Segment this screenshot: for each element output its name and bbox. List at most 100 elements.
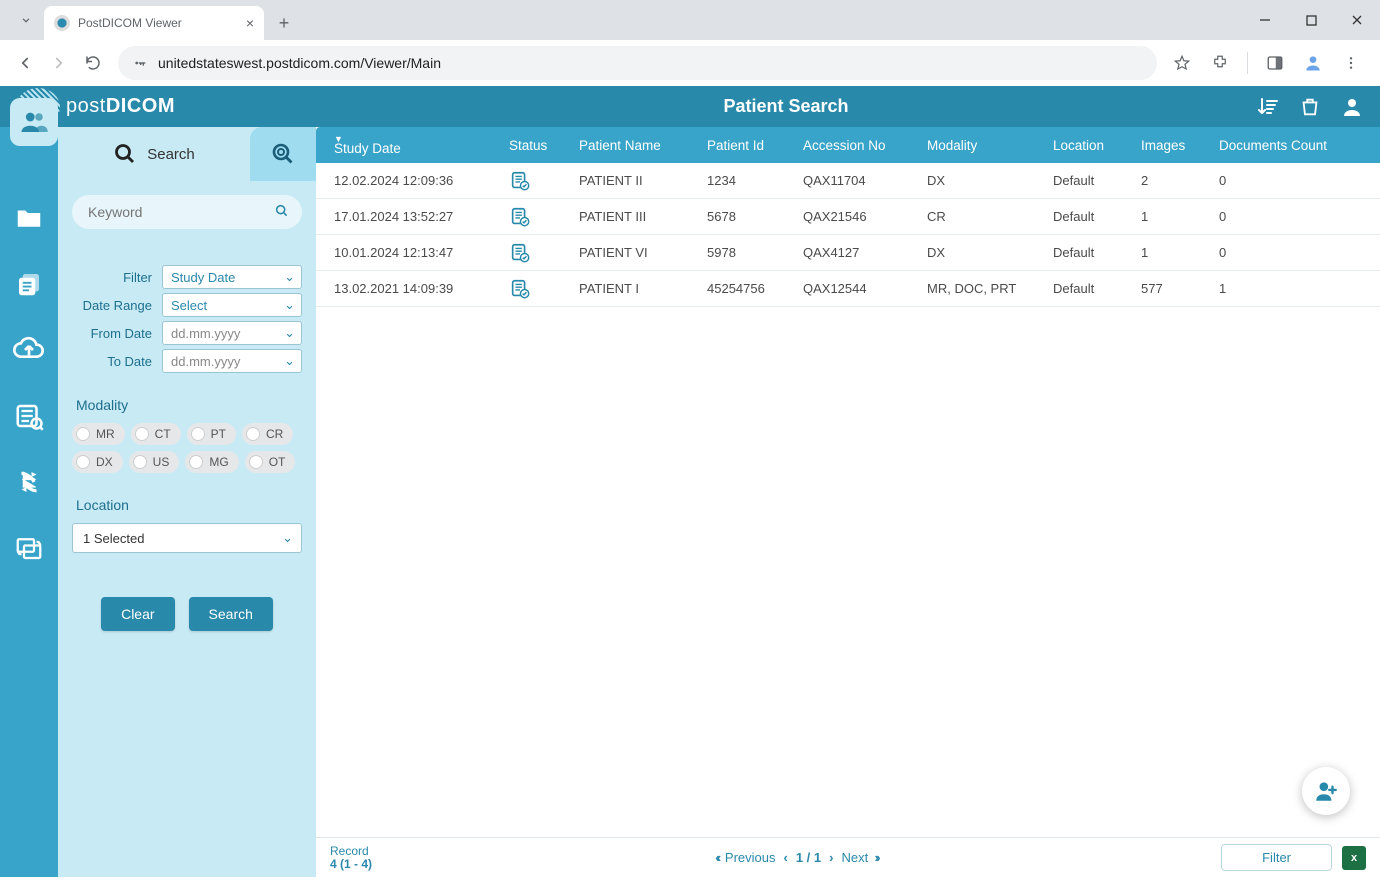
profile-button[interactable] bbox=[1296, 46, 1330, 80]
status-ready-icon bbox=[509, 170, 563, 192]
trash-icon[interactable] bbox=[1298, 95, 1322, 119]
site-info-icon[interactable] bbox=[132, 55, 148, 71]
logo[interactable]: postDICOM bbox=[16, 88, 316, 126]
table-row[interactable]: 17.01.2024 13:52:27PATIENT III5678QAX215… bbox=[316, 199, 1380, 235]
cell-images: 2 bbox=[1133, 173, 1211, 188]
rail-share[interactable] bbox=[10, 463, 48, 501]
header-actions bbox=[1256, 95, 1364, 119]
table-row[interactable]: 12.02.2024 12:09:36PATIENT II1234QAX1170… bbox=[316, 163, 1380, 199]
browser-tab[interactable]: PostDICOM Viewer × bbox=[44, 6, 264, 40]
rail-folder[interactable] bbox=[10, 199, 48, 237]
cell-status bbox=[501, 242, 571, 264]
th-study-date[interactable]: ▼Study Date bbox=[326, 135, 501, 156]
close-window-button[interactable] bbox=[1334, 0, 1380, 40]
reload-button[interactable] bbox=[76, 46, 110, 80]
tab-search[interactable]: Search bbox=[58, 127, 250, 181]
star-button[interactable] bbox=[1165, 46, 1199, 80]
rail-worklist[interactable] bbox=[10, 397, 48, 435]
browser-chrome: PostDICOM Viewer × + unitedstateswest.po… bbox=[0, 0, 1380, 86]
chevron-left-icon[interactable]: ‹ bbox=[783, 850, 787, 865]
cell-modality: DX bbox=[919, 245, 1045, 260]
th-images[interactable]: Images bbox=[1133, 138, 1211, 153]
forward-button[interactable] bbox=[42, 46, 76, 80]
filter-select[interactable]: Study Date⌄ bbox=[162, 265, 302, 289]
cell-documents: 0 bbox=[1211, 209, 1380, 224]
cell-date: 10.01.2024 12:13:47 bbox=[326, 245, 501, 260]
modality-label: Modality bbox=[76, 397, 302, 413]
record-count: Record 4 (1 - 4) bbox=[330, 845, 372, 871]
rail-studies[interactable] bbox=[10, 265, 48, 303]
minimize-button[interactable] bbox=[1242, 0, 1288, 40]
modality-chip-mg[interactable]: MG bbox=[185, 451, 238, 473]
sidepanel-button[interactable] bbox=[1258, 46, 1292, 80]
cell-status bbox=[501, 170, 571, 192]
radio-icon bbox=[249, 455, 263, 469]
tab-search-dropdown[interactable] bbox=[12, 6, 40, 34]
table-header: ▼Study Date Status Patient Name Patient … bbox=[316, 127, 1380, 163]
modality-chip-pt[interactable]: PT bbox=[187, 423, 236, 445]
cell-documents: 1 bbox=[1211, 281, 1380, 296]
filter-button[interactable]: Filter bbox=[1221, 844, 1332, 871]
export-excel-icon[interactable]: x bbox=[1342, 846, 1366, 870]
chevron-right-icon[interactable]: › bbox=[829, 850, 833, 865]
cell-name: PATIENT II bbox=[571, 173, 699, 188]
cell-modality: CR bbox=[919, 209, 1045, 224]
clear-button[interactable]: Clear bbox=[101, 597, 174, 631]
th-status[interactable]: Status bbox=[501, 138, 571, 153]
keyword-input[interactable] bbox=[72, 195, 302, 229]
maximize-button[interactable] bbox=[1288, 0, 1334, 40]
th-patient-name[interactable]: Patient Name bbox=[571, 138, 699, 153]
menu-button[interactable] bbox=[1334, 46, 1368, 80]
modality-chip-ct[interactable]: CT bbox=[131, 423, 181, 445]
search-icon[interactable] bbox=[274, 203, 290, 219]
cell-documents: 0 bbox=[1211, 245, 1380, 260]
modality-chip-ot[interactable]: OT bbox=[245, 451, 296, 473]
extensions-button[interactable] bbox=[1203, 46, 1237, 80]
cell-name: PATIENT VI bbox=[571, 245, 699, 260]
rail-sync[interactable] bbox=[10, 529, 48, 567]
back-button[interactable] bbox=[8, 46, 42, 80]
modality-chips: MR CT PT CR DX USMG OT bbox=[72, 423, 302, 473]
th-modality[interactable]: Modality bbox=[919, 138, 1045, 153]
favicon-icon bbox=[54, 15, 70, 31]
user-icon[interactable] bbox=[1340, 95, 1364, 119]
th-accession[interactable]: Accession No bbox=[795, 138, 919, 153]
rail-patients[interactable] bbox=[10, 127, 58, 146]
rail-upload[interactable] bbox=[10, 331, 48, 369]
add-patient-fab[interactable] bbox=[1302, 767, 1350, 815]
table-row[interactable]: 10.01.2024 12:13:47PATIENT VI5978QAX4127… bbox=[316, 235, 1380, 271]
radio-icon bbox=[133, 455, 147, 469]
modality-chip-us[interactable]: US bbox=[129, 451, 180, 473]
cell-modality: DX bbox=[919, 173, 1045, 188]
new-tab-button[interactable]: + bbox=[270, 9, 298, 37]
todate-input[interactable]: dd.mm.yyyy⌄ bbox=[162, 349, 302, 373]
cell-location: Default bbox=[1045, 209, 1133, 224]
daterange-select[interactable]: Select⌄ bbox=[162, 293, 302, 317]
todate-label: To Date bbox=[72, 354, 162, 369]
cell-pid: 1234 bbox=[699, 173, 795, 188]
modality-chip-dx[interactable]: DX bbox=[72, 451, 123, 473]
pager-next[interactable]: Next bbox=[841, 850, 868, 865]
th-documents[interactable]: Documents Count bbox=[1211, 138, 1380, 153]
table-row[interactable]: 13.02.2021 14:09:39PATIENT I45254756QAX1… bbox=[316, 271, 1380, 307]
close-tab-icon[interactable]: × bbox=[246, 15, 254, 31]
cell-name: PATIENT I bbox=[571, 281, 699, 296]
th-location[interactable]: Location bbox=[1045, 138, 1133, 153]
modality-chip-mr[interactable]: MR bbox=[72, 423, 125, 445]
location-select[interactable]: 1 Selected ⌄ bbox=[72, 523, 302, 553]
cell-accession: QAX11704 bbox=[795, 173, 919, 188]
search-button[interactable]: Search bbox=[189, 597, 273, 631]
cell-status bbox=[501, 278, 571, 300]
sort-icon[interactable] bbox=[1256, 95, 1280, 119]
chevron-down-icon: ⌄ bbox=[284, 353, 295, 369]
url-bar[interactable]: unitedstateswest.postdicom.com/Viewer/Ma… bbox=[118, 46, 1157, 80]
th-patient-id[interactable]: Patient Id bbox=[699, 138, 795, 153]
modality-chip-cr[interactable]: CR bbox=[242, 423, 293, 445]
window-controls bbox=[1242, 0, 1380, 40]
tab-advanced-search[interactable] bbox=[250, 127, 316, 181]
pager: Record 4 (1 - 4) ‹‹ Previous ‹ 1 / 1 › N… bbox=[316, 837, 1380, 877]
pager-prev[interactable]: Previous bbox=[725, 850, 776, 865]
cell-documents: 0 bbox=[1211, 173, 1380, 188]
fromdate-input[interactable]: dd.mm.yyyy⌄ bbox=[162, 321, 302, 345]
cell-name: PATIENT III bbox=[571, 209, 699, 224]
